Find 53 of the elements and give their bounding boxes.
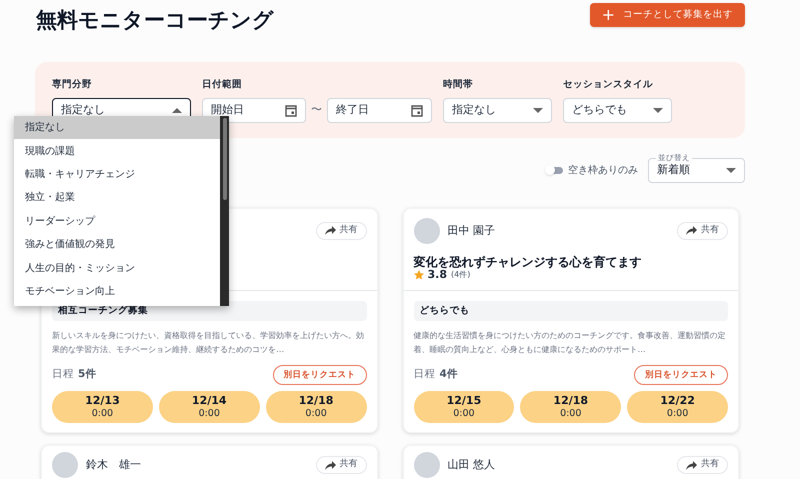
date-slot-button[interactable]: 12/18 0:00 bbox=[266, 391, 366, 423]
filter-label: 日付範囲 bbox=[202, 78, 243, 92]
date-slot-button[interactable]: 12/14 0:00 bbox=[158, 391, 260, 423]
schedule-label: 日程 bbox=[52, 367, 74, 382]
session-description: 健康的な生活習慣を身につけたい方のためのコーチングです。食事改善、運動習慣の定着、睡眠の質向上など、心身ともに健康になるためのサポート… bbox=[414, 329, 726, 356]
caret-icon bbox=[172, 108, 182, 113]
avatar-placeholder bbox=[52, 452, 78, 478]
request-date-button[interactable]: 別日をリクエスト bbox=[634, 365, 728, 385]
caret-icon bbox=[726, 168, 736, 173]
select-field[interactable]: どちらでも bbox=[563, 98, 672, 123]
range-separator: 〜 bbox=[311, 102, 322, 118]
dropdown-option[interactable]: 指定なし bbox=[14, 116, 220, 140]
calendar-icon bbox=[285, 104, 297, 117]
filter-label: 時間帯 bbox=[443, 78, 474, 92]
rating-value: 3.8 bbox=[428, 268, 447, 282]
select-field[interactable]: 指定なし bbox=[443, 98, 552, 123]
session-tag: どちらでも bbox=[414, 300, 728, 321]
post-recruitment-button[interactable]: + コーチとして募集を出す bbox=[590, 3, 745, 27]
avatar-placeholder bbox=[414, 218, 440, 244]
schedule-count: 5件 bbox=[78, 367, 96, 382]
schedule-label: 日程 bbox=[414, 367, 436, 382]
filter-label: 専門分野 bbox=[52, 78, 93, 92]
filter-label: セッションスタイル bbox=[563, 78, 654, 92]
date-slot-button[interactable]: 12/18 0:00 bbox=[520, 391, 622, 423]
share-arrow-icon bbox=[324, 226, 336, 236]
review-count: (4件) bbox=[451, 268, 470, 281]
share-arrow-icon bbox=[686, 226, 697, 236]
coach-name: 田中 園子 bbox=[448, 222, 495, 238]
share-button[interactable]: 共有 bbox=[316, 222, 366, 240]
date-slot-button[interactable]: 12/22 0:00 bbox=[627, 391, 728, 423]
toggle-label: 空き枠ありのみ bbox=[568, 164, 638, 178]
session-title: 変化を恐れずチャレンジする心を育てます bbox=[414, 254, 642, 269]
share-button[interactable]: 共有 bbox=[677, 222, 728, 240]
share-button[interactable]: 共有 bbox=[316, 456, 366, 474]
page-title: 無料モニターコーチング bbox=[36, 7, 274, 34]
session-description: 新しいスキルを身につけたい、資格取得を目指している、学習効率を上げたい方へ。効果的な学習方法、モチベーション維持、継続するためのコツを… bbox=[52, 329, 365, 356]
schedule-count: 4件 bbox=[440, 367, 458, 382]
date-field[interactable]: 終了日 bbox=[327, 98, 432, 123]
caret-icon bbox=[653, 108, 663, 113]
share-arrow-icon bbox=[324, 460, 336, 470]
caret-icon bbox=[533, 108, 543, 113]
toggle-switch[interactable] bbox=[547, 166, 563, 174]
calendar-icon bbox=[411, 104, 423, 117]
share-arrow-icon bbox=[686, 460, 697, 470]
request-date-button[interactable]: 別日をリクエスト bbox=[272, 365, 366, 385]
date-slot-button[interactable]: 12/13 0:00 bbox=[52, 391, 153, 423]
date-field[interactable]: 開始日 bbox=[202, 98, 306, 123]
coach-name: 鈴木 雄一 bbox=[86, 456, 141, 473]
star-icon bbox=[414, 270, 424, 280]
avatar-placeholder bbox=[414, 452, 440, 478]
share-button[interactable]: 共有 bbox=[677, 456, 728, 474]
date-slot-button[interactable]: 12/15 0:00 bbox=[414, 391, 514, 423]
coach-name: 山田 悠人 bbox=[448, 456, 495, 473]
